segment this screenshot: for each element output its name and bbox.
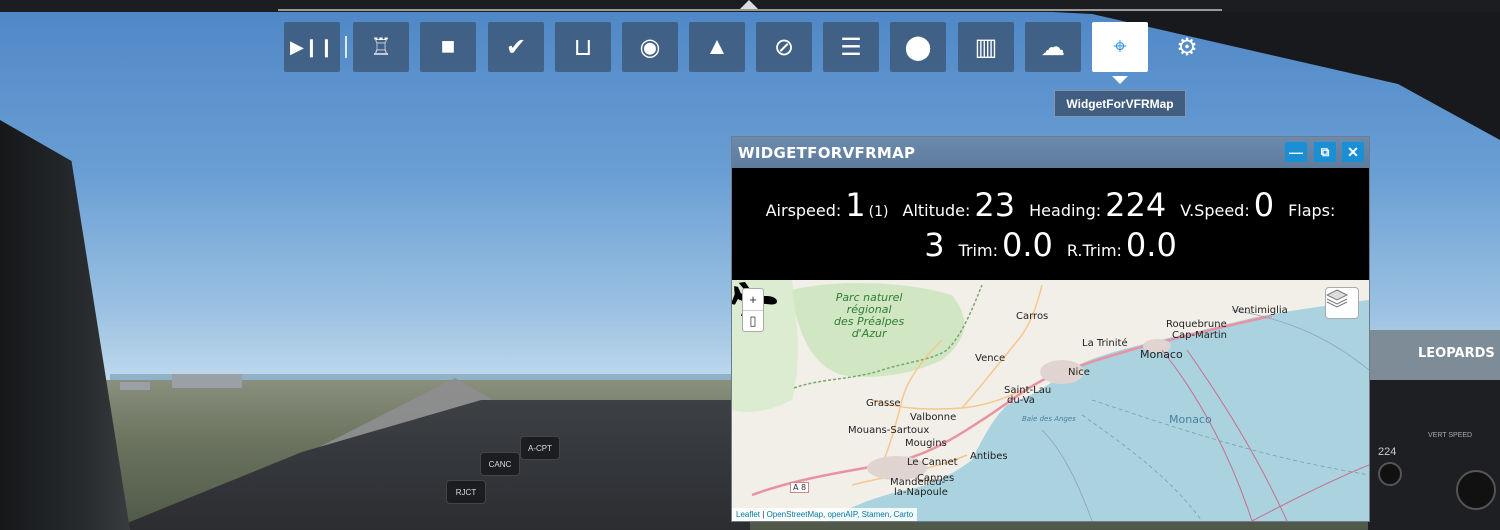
settings-gear-button[interactable]: ⚙ — [1159, 22, 1215, 72]
readout-line-1: Airspeed: 1 (1) Altitude: 23 Heading: 22… — [732, 186, 1369, 224]
active-item-pointer-icon — [1112, 76, 1128, 84]
widget-titlebar[interactable]: WIDGETFORVFRMAP — ⧉ ✕ — [732, 137, 1369, 168]
yoke-icon: ⊔ — [573, 33, 593, 61]
checklist-check-icon: ✔ — [505, 33, 527, 61]
toolbar-caret-icon[interactable] — [740, 0, 758, 9]
place-la-trinite: La Trinité — [1082, 338, 1128, 349]
camera-button[interactable]: ■ — [420, 22, 476, 72]
weight-icon: ▲ — [705, 33, 729, 60]
rjct-button: RJCT — [446, 480, 486, 504]
cockpit-knob-large — [1456, 470, 1496, 510]
list-button[interactable]: ☰ — [823, 22, 879, 72]
place-la-napoule: la-Napoule — [894, 487, 948, 498]
zoom-control: + ▯ — [742, 288, 764, 332]
flaps-label: Flaps: — [1288, 201, 1336, 220]
park-label: Parc naturel régional des Préalpes d'Azu… — [834, 292, 904, 340]
altitude-label: Altitude: — [902, 201, 971, 220]
place-cannes: Cannes — [917, 473, 955, 484]
a8-motorway-shield: A 8 — [790, 482, 810, 493]
vfr-map-widget-window: WIDGETFORVFRMAP — ⧉ ✕ Airspeed: 1 (1) Al… — [731, 136, 1370, 522]
pilot-cap-button[interactable]: ◉ — [622, 22, 678, 72]
monaco-sea-label: Monaco — [1169, 413, 1212, 426]
toolbar-tooltip: WidgetForVFRMap — [1054, 90, 1186, 117]
map-button[interactable]: ▥ — [958, 22, 1014, 72]
toolbar-divider — [278, 9, 1222, 11]
heading-display: 224 — [1378, 446, 1397, 458]
map-icon: ▥ — [974, 33, 998, 61]
readout-line-2: 3 Trim: 0.0 R.Trim: 0.0 — [732, 226, 1369, 264]
weather-cloud-button[interactable]: ☁ — [1025, 22, 1081, 72]
settings-gear-icon: ⚙ — [1176, 33, 1198, 61]
control-tower-button[interactable]: ♖ — [353, 22, 409, 72]
vfr-map[interactable]: Parc naturel régional des Préalpes d'Azu… — [732, 280, 1369, 521]
popout-button[interactable]: ⧉ — [1314, 142, 1336, 162]
vspeed-label: V.Speed: — [1180, 201, 1250, 220]
place-grasse: Grasse — [866, 398, 901, 409]
widget-title: WIDGETFORVFRMAP — [738, 144, 916, 162]
place-valbonne: Valbonne — [910, 412, 957, 423]
vfr-map-widget-button[interactable]: ⌖ — [1092, 22, 1148, 72]
place-du-var: du-Va — [1007, 395, 1035, 406]
altitude-value: 23 — [974, 186, 1016, 224]
pilot-cap-icon: ◉ — [639, 33, 661, 61]
yoke-button[interactable]: ⊔ — [555, 22, 611, 72]
park-label-line: d'Azur — [851, 327, 887, 340]
map-pin-button[interactable]: ⬤ — [890, 22, 946, 72]
zoom-in-button[interactable]: + — [743, 289, 763, 310]
heading-value: 224 — [1105, 186, 1167, 224]
terminal-building — [120, 382, 150, 390]
map-tiles — [732, 280, 1369, 521]
heading-label: Heading: — [1029, 201, 1102, 220]
place-nice: Nice — [1068, 367, 1090, 378]
weight-button[interactable]: ▲ — [689, 22, 745, 72]
place-vence: Vence — [975, 353, 1006, 364]
checklist-check-button[interactable]: ✔ — [488, 22, 544, 72]
list-icon: ☰ — [840, 33, 862, 61]
airspeed-label: Airspeed: — [765, 201, 842, 220]
compass-button[interactable]: ⊘ — [756, 22, 812, 72]
bay-of-angels-label: Baie des Anges — [1022, 415, 1076, 423]
close-button[interactable]: ✕ — [1342, 142, 1364, 162]
vert-speed-label: VERT SPEED — [1428, 432, 1473, 439]
play-pause-button[interactable]: ▶❙❙ — [284, 22, 340, 72]
control-tower-icon: ♖ — [370, 33, 392, 61]
weather-cloud-icon: ☁ — [1041, 33, 1065, 61]
toolbar-separator — [345, 36, 347, 58]
vspeed-value: 0 — [1253, 186, 1275, 224]
place-le-cannet: Le Cannet — [907, 457, 958, 468]
layers-button[interactable] — [1325, 287, 1359, 319]
hangar-building — [172, 374, 242, 388]
place-monaco-city: Monaco — [1140, 348, 1183, 361]
rudder-trim-value: 0.0 — [1125, 226, 1177, 264]
minimize-button[interactable]: — — [1285, 142, 1307, 162]
place-roquebrune: Roquebrune — [1166, 319, 1227, 330]
trim-value: 0.0 — [1001, 226, 1053, 264]
place-cap-martin: Cap-Martin — [1172, 330, 1227, 341]
airspeed-value: 1 — [845, 186, 866, 224]
place-carros: Carros — [1016, 311, 1049, 322]
map-attribution: Leaflet | OpenStreetMap, openAIP, Stamen… — [732, 508, 918, 521]
flaps-value: 3 — [924, 226, 945, 264]
canc-button: CANC — [480, 452, 520, 476]
attribution-sources-link[interactable]: OpenStreetMap, openAIP, Stamen, Carto — [767, 510, 914, 519]
place-antibes: Antibes — [970, 451, 1008, 462]
acpt-button: A-CPT — [520, 436, 560, 460]
leopard-sign: LEOPARDS — [1418, 346, 1495, 361]
play-pause-icon: ▶❙❙ — [289, 36, 334, 57]
layers-icon — [1326, 289, 1348, 308]
camera-icon: ■ — [440, 33, 456, 60]
place-mouans-sartoux: Mouans-Sartoux — [848, 425, 930, 436]
leaflet-link[interactable]: Leaflet — [736, 510, 760, 519]
trim-label: Trim: — [958, 241, 998, 260]
airspeed-true-value: (1) — [868, 204, 889, 220]
place-ventimiglia: Ventimiglia — [1232, 305, 1288, 316]
flight-data-readout: Airspeed: 1 (1) Altitude: 23 Heading: 22… — [732, 168, 1369, 280]
rudder-trim-label: R.Trim: — [1066, 241, 1122, 260]
compass-icon: ⊘ — [773, 33, 795, 61]
vfr-map-widget-icon: ⌖ — [1113, 33, 1127, 60]
place-mougins: Mougins — [905, 438, 947, 449]
zoom-out-button[interactable]: ▯ — [743, 310, 763, 331]
cockpit-knob — [1378, 462, 1402, 486]
map-pin-icon: ⬤ — [904, 33, 932, 61]
